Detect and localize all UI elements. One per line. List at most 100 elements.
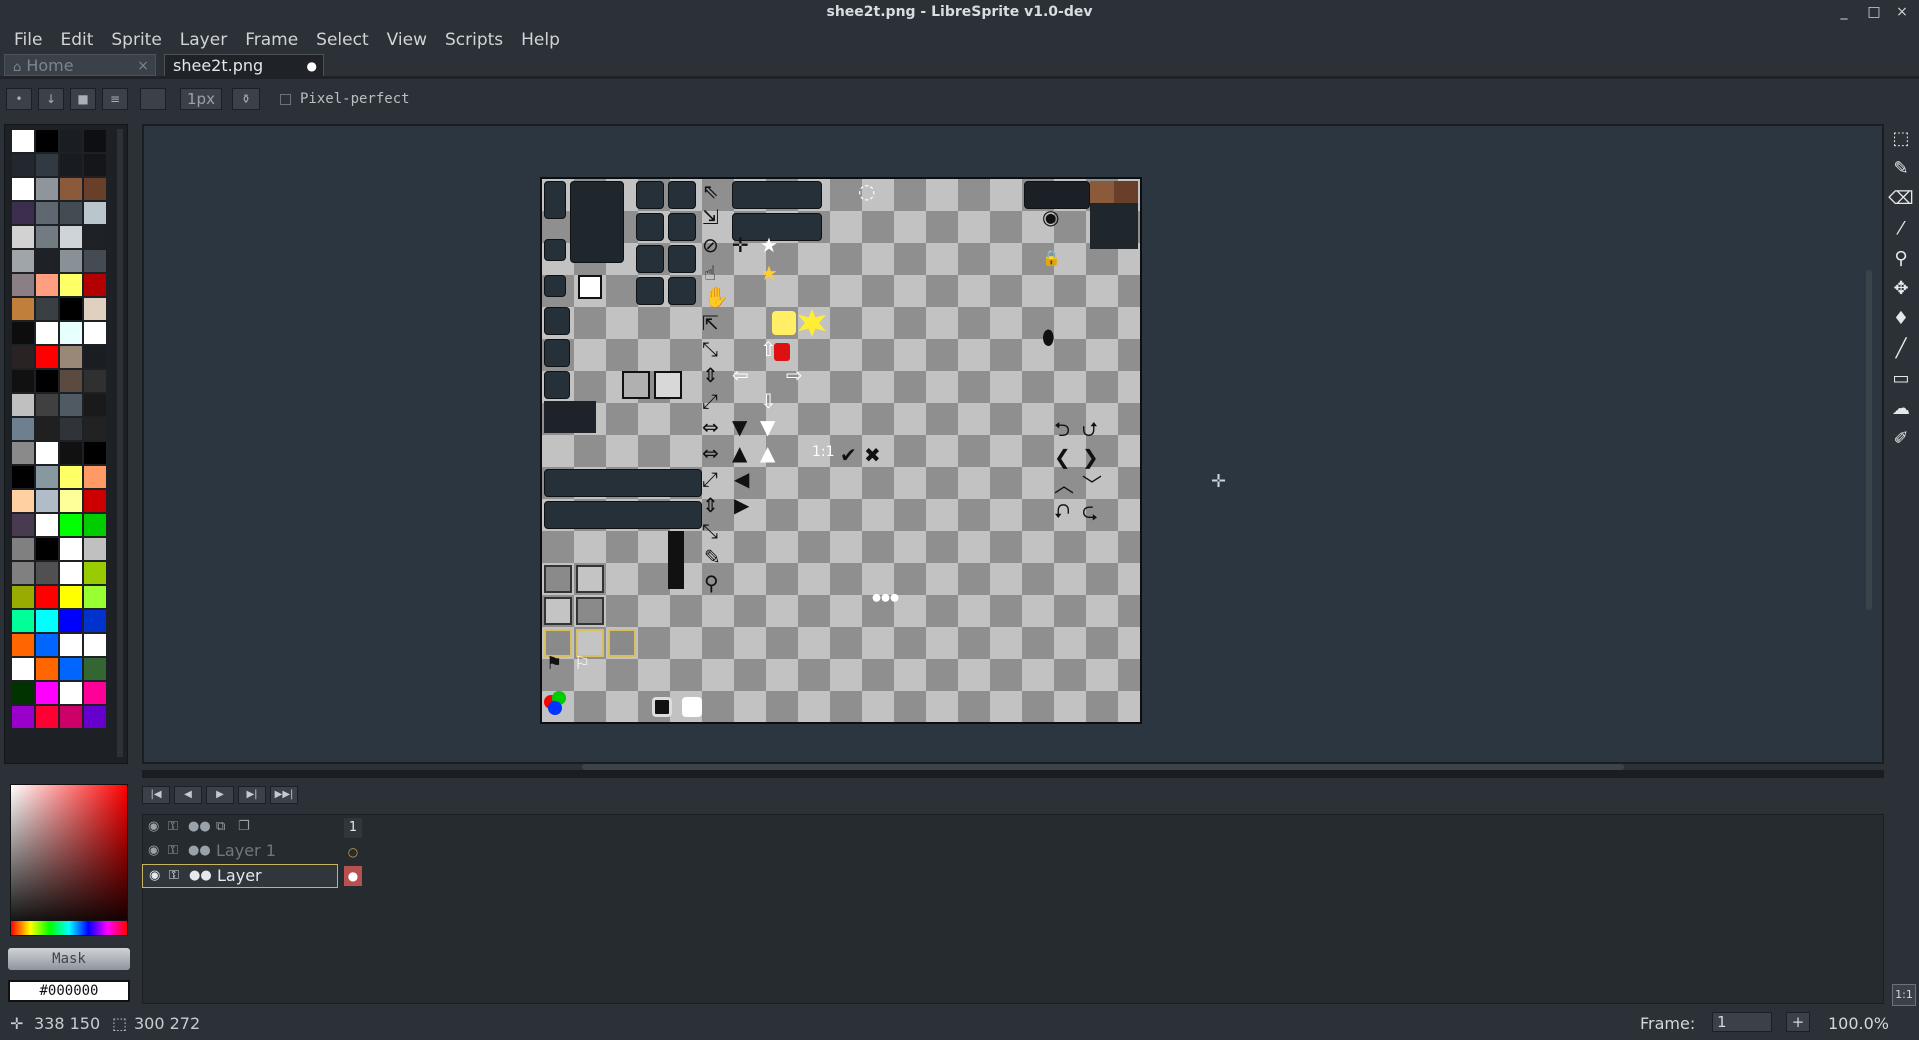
palette-swatch[interactable] [83,153,107,177]
palette-swatch[interactable] [11,393,35,417]
palette-swatch[interactable] [35,537,59,561]
palette-swatch[interactable] [59,225,83,249]
move-icon[interactable]: ✥ [1888,276,1914,302]
menu-file[interactable]: File [6,28,50,52]
palette-scrollbar[interactable] [117,129,123,757]
palette-swatch[interactable] [59,465,83,489]
palette-swatch[interactable] [35,177,59,201]
palette-swatch[interactable] [11,369,35,393]
palette-swatch[interactable] [59,513,83,537]
palette-swatch[interactable] [35,249,59,273]
filled-cel-icon[interactable]: ● [344,866,362,886]
palette-swatch[interactable] [83,297,107,321]
palette-swatch[interactable] [11,513,35,537]
palette-swatch[interactable] [83,705,107,729]
palette-swatch[interactable] [83,537,107,561]
palette-swatch[interactable] [11,273,35,297]
previous-frame-button[interactable]: ◀ [174,786,202,804]
first-frame-button[interactable]: |◀ [142,786,170,804]
palette-swatch[interactable] [11,153,35,177]
palette-swatch[interactable] [83,201,107,225]
palette-swatch[interactable] [83,513,107,537]
menu-edit[interactable]: Edit [52,28,101,52]
palette-swatch[interactable] [83,129,107,153]
last-frame-button[interactable]: ▶▶| [270,786,298,804]
canvas-horizontal-scrollbar[interactable] [582,764,1624,770]
tab-home-close-icon[interactable]: × [137,55,149,77]
onion-skin-icon[interactable]: ⧉ [216,816,225,838]
palette-swatch[interactable] [83,561,107,585]
palette-swatch[interactable] [59,345,83,369]
pixel-perfect-checkbox[interactable] [280,94,291,105]
palette-swatch[interactable] [11,705,35,729]
palette-swatch[interactable] [83,465,107,489]
palette-swatch[interactable] [35,153,59,177]
rectangular-marquee-icon[interactable]: ⬚ [1888,126,1914,152]
palette-swatch[interactable] [59,705,83,729]
palette-swatch[interactable] [35,585,59,609]
menu-select[interactable]: Select [308,28,376,52]
palette-swatch[interactable] [35,489,59,513]
palette-swatch[interactable] [83,393,107,417]
brush-preview-icon[interactable] [140,88,166,110]
palette-swatch[interactable] [83,441,107,465]
brush-size-field[interactable]: 1px [180,88,222,110]
menu-view[interactable]: View [379,28,435,52]
palette-swatch[interactable] [35,225,59,249]
palette-swatch[interactable] [59,129,83,153]
brush-square-icon[interactable]: ■ [70,88,96,110]
palette-swatch[interactable] [11,177,35,201]
palette-swatch[interactable] [11,417,35,441]
empty-cel-icon[interactable]: ○ [344,842,362,862]
palette-swatch[interactable] [83,681,107,705]
palette-swatch[interactable] [83,249,107,273]
palette-swatch[interactable] [35,633,59,657]
palette-swatch[interactable] [11,201,35,225]
menu-sprite[interactable]: Sprite [103,28,169,52]
palette-swatch[interactable] [35,393,59,417]
brush-options-icon[interactable]: ≡ [102,88,128,110]
palette-swatch[interactable] [83,489,107,513]
layer-row[interactable]: ◉ ⚿ ●● Layer 1 [142,840,338,864]
maximize-button[interactable]: □ [1862,4,1886,24]
palette-swatch[interactable] [35,369,59,393]
rectangle-icon[interactable]: ▭ [1888,366,1914,392]
eyedropper-icon[interactable]: ⁄ [1888,216,1914,242]
palette-swatch[interactable] [11,609,35,633]
palette-swatch[interactable] [59,273,83,297]
palette-swatch[interactable] [11,129,35,153]
palette-swatch[interactable] [59,633,83,657]
color-spectrum[interactable] [10,784,128,934]
palette-swatch[interactable] [11,297,35,321]
palette-swatch[interactable] [83,609,107,633]
palette-swatch[interactable] [83,417,107,441]
palette-swatch[interactable] [35,321,59,345]
hex-color-field[interactable]: #000000 [8,980,130,1002]
palette-swatch[interactable] [11,465,35,489]
palette-swatch[interactable] [11,225,35,249]
canvas-vertical-scrollbar[interactable] [1866,270,1872,610]
ink-bucket-icon[interactable]: ⚱ [232,88,260,110]
palette-swatch[interactable] [59,249,83,273]
palette-swatch[interactable] [35,297,59,321]
brush-type-icon[interactable]: ↓ [38,88,64,110]
lock-icon[interactable]: ⚿ [169,865,179,887]
palette-swatch[interactable] [35,273,59,297]
menu-frame[interactable]: Frame [237,28,306,52]
spray-icon[interactable]: ✐ [1888,426,1914,452]
minimize-button[interactable]: _ [1832,4,1856,24]
pencil-icon[interactable]: ✎ [1888,156,1914,182]
palette-swatch[interactable] [59,297,83,321]
palette-swatch[interactable] [35,201,59,225]
continuous-icon[interactable]: ●● [189,865,212,887]
tab-file[interactable]: shee2t.png ● [164,54,324,76]
palette-swatch[interactable] [59,369,83,393]
palette-swatch[interactable] [35,465,59,489]
palette-swatch[interactable] [59,489,83,513]
palette-swatch[interactable] [83,585,107,609]
play-button[interactable]: ▶ [206,786,234,804]
palette-swatch[interactable] [35,441,59,465]
visibility-header-icon[interactable]: ◉ [148,816,159,838]
palette-swatch[interactable] [11,633,35,657]
palette-swatch[interactable] [83,657,107,681]
